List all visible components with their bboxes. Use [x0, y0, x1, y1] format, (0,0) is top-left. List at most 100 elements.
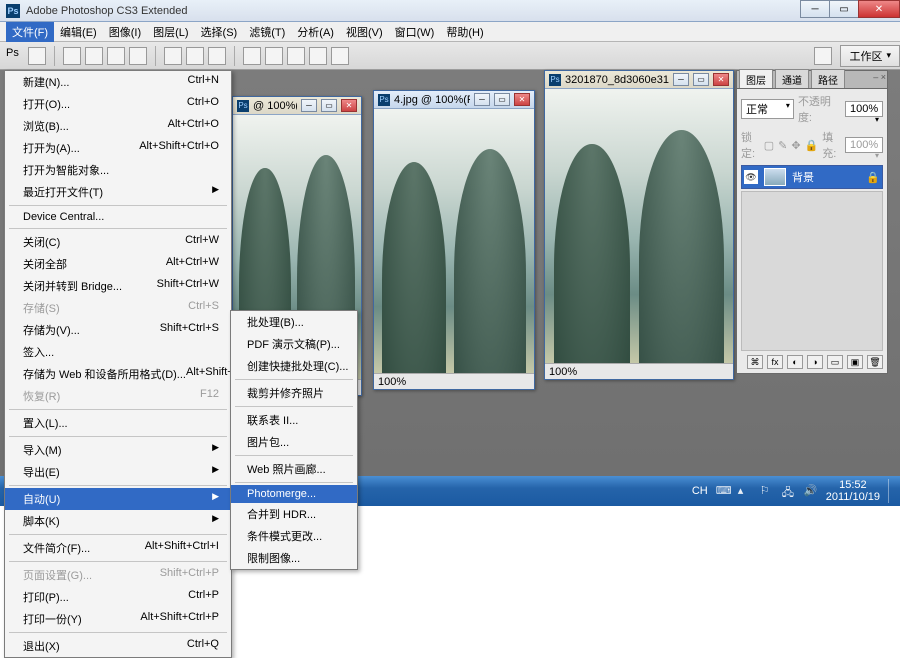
- document-titlebar[interactable]: Ps @ 100%(RGB/... ─ ▭ ✕: [233, 97, 361, 115]
- menu-analysis[interactable]: 分析(A): [291, 22, 340, 42]
- automate-menu-item[interactable]: 裁剪并修齐照片: [231, 382, 357, 404]
- network-icon[interactable]: 🖧: [782, 484, 796, 498]
- file-menu-item[interactable]: 退出(X)Ctrl+Q: [5, 635, 231, 657]
- automate-menu-item[interactable]: 限制图像...: [231, 547, 357, 569]
- menu-help[interactable]: 帮助(H): [440, 22, 489, 42]
- file-menu-item[interactable]: 关闭全部Alt+Ctrl+W: [5, 253, 231, 275]
- option-icon[interactable]: [287, 47, 305, 65]
- file-menu-item[interactable]: 签入...: [5, 341, 231, 363]
- menu-file[interactable]: 文件(F): [6, 22, 54, 42]
- document-canvas[interactable]: [545, 89, 733, 363]
- file-menu-item[interactable]: 浏览(B)...Alt+Ctrl+O: [5, 115, 231, 137]
- file-menu-item[interactable]: 新建(N)...Ctrl+N: [5, 71, 231, 93]
- panel-close-icon[interactable]: – ×: [873, 72, 886, 82]
- window-minimize-button[interactable]: ─: [800, 0, 830, 18]
- workspace-selector[interactable]: 工作区: [840, 45, 900, 67]
- window-maximize-button[interactable]: ▭: [829, 0, 859, 18]
- file-menu-item[interactable]: 打印一份(Y)Alt+Shift+Ctrl+P: [5, 608, 231, 630]
- adjustment-layer-icon[interactable]: ◑: [807, 355, 823, 369]
- doc-maximize-button[interactable]: ▭: [321, 99, 337, 112]
- file-menu-item[interactable]: 打印(P)...Ctrl+P: [5, 586, 231, 608]
- layer-mask-icon[interactable]: ◐: [787, 355, 803, 369]
- menu-filter[interactable]: 滤镜(T): [243, 22, 291, 42]
- doc-maximize-button[interactable]: ▭: [494, 93, 510, 106]
- option-icon[interactable]: [208, 47, 226, 65]
- document-titlebar[interactable]: Ps 3201870_8d3060e310... ─ ▭ ✕: [545, 71, 733, 89]
- layer-fx-icon[interactable]: fx: [767, 355, 783, 369]
- automate-menu-item[interactable]: 图片包...: [231, 431, 357, 453]
- tab-layers[interactable]: 图层: [739, 69, 773, 88]
- file-menu-item[interactable]: 恢复(R)F12: [5, 385, 231, 407]
- file-menu-item[interactable]: 打开为(A)...Alt+Shift+Ctrl+O: [5, 137, 231, 159]
- flag-icon[interactable]: ⚐: [760, 484, 774, 498]
- tool-preset-icon[interactable]: [28, 47, 46, 65]
- go-to-bridge-icon[interactable]: [814, 47, 832, 65]
- blend-mode-select[interactable]: 正常: [741, 99, 794, 119]
- show-desktop-button[interactable]: [888, 479, 894, 503]
- fill-input[interactable]: 100%: [845, 137, 883, 153]
- file-menu-item[interactable]: 文件简介(F)...Alt+Shift+Ctrl+I: [5, 537, 231, 559]
- link-layers-icon[interactable]: ⌘: [747, 355, 763, 369]
- file-menu-item[interactable]: 置入(L)...: [5, 412, 231, 434]
- document-titlebar[interactable]: Ps 4.jpg @ 100%(RGB/8) ─ ▭ ✕: [374, 91, 534, 109]
- automate-menu-item[interactable]: PDF 演示文稿(P)...: [231, 333, 357, 355]
- menu-select[interactable]: 选择(S): [195, 22, 244, 42]
- tab-paths[interactable]: 路径: [811, 69, 845, 88]
- doc-close-button[interactable]: ✕: [713, 73, 729, 86]
- ime-indicator[interactable]: CH: [692, 485, 708, 497]
- option-icon[interactable]: [129, 47, 147, 65]
- keyboard-icon[interactable]: ⌨: [716, 484, 730, 498]
- volume-icon[interactable]: 🔊: [804, 484, 818, 498]
- window-close-button[interactable]: ✕: [858, 0, 900, 18]
- doc-close-button[interactable]: ✕: [341, 99, 357, 112]
- automate-menu-item[interactable]: Web 照片画廊...: [231, 458, 357, 480]
- document-window[interactable]: Ps 3201870_8d3060e310... ─ ▭ ✕ 100%: [544, 70, 734, 380]
- doc-minimize-button[interactable]: ─: [474, 93, 490, 106]
- menu-edit[interactable]: 编辑(E): [54, 22, 103, 42]
- file-menu-item[interactable]: 存储为 Web 和设备所用格式(D)...Alt+Shift+Ctrl+S: [5, 363, 231, 385]
- file-menu-item[interactable]: 脚本(K)▶: [5, 510, 231, 532]
- option-icon[interactable]: [164, 47, 182, 65]
- layer-group-icon[interactable]: ▭: [827, 355, 843, 369]
- lock-transparent-icon[interactable]: ▢: [764, 139, 774, 152]
- automate-menu-item[interactable]: 合并到 HDR...: [231, 503, 357, 525]
- file-menu-item[interactable]: 导入(M)▶: [5, 439, 231, 461]
- file-menu-item[interactable]: 打开(O)...Ctrl+O: [5, 93, 231, 115]
- file-menu-item[interactable]: 关闭(C)Ctrl+W: [5, 231, 231, 253]
- automate-menu-item[interactable]: Photomerge...: [231, 485, 357, 503]
- automate-menu-item[interactable]: 联系表 II...: [231, 409, 357, 431]
- document-canvas[interactable]: [374, 109, 534, 373]
- opacity-input[interactable]: 100%: [845, 101, 883, 117]
- option-icon[interactable]: [243, 47, 261, 65]
- lock-position-icon[interactable]: ✥: [791, 139, 800, 152]
- menu-window[interactable]: 窗口(W): [389, 22, 441, 42]
- file-menu-item[interactable]: 存储(S)Ctrl+S: [5, 297, 231, 319]
- file-menu-item[interactable]: 关闭并转到 Bridge...Shift+Ctrl+W: [5, 275, 231, 297]
- automate-menu-item[interactable]: 创建快捷批处理(C)...: [231, 355, 357, 377]
- tray-up-icon[interactable]: ▴: [738, 484, 752, 498]
- file-menu-item[interactable]: 最近打开文件(T)▶: [5, 181, 231, 203]
- file-menu-item[interactable]: Device Central...: [5, 208, 231, 226]
- layer-row-background[interactable]: 背景 🔒: [741, 165, 883, 189]
- lock-all-icon[interactable]: 🔒: [805, 139, 819, 152]
- doc-minimize-button[interactable]: ─: [673, 73, 689, 86]
- automate-menu-item[interactable]: 批处理(B)...: [231, 311, 357, 333]
- option-icon[interactable]: [309, 47, 327, 65]
- document-window[interactable]: Ps 4.jpg @ 100%(RGB/8) ─ ▭ ✕ 100%: [373, 90, 535, 390]
- file-menu-item[interactable]: 导出(E)▶: [5, 461, 231, 483]
- new-layer-icon[interactable]: ▣: [847, 355, 863, 369]
- file-menu-item[interactable]: 打开为智能对象...: [5, 159, 231, 181]
- option-icon[interactable]: [265, 47, 283, 65]
- doc-minimize-button[interactable]: ─: [301, 99, 317, 112]
- file-menu-item[interactable]: 存储为(V)...Shift+Ctrl+S: [5, 319, 231, 341]
- menu-layer[interactable]: 图层(L): [147, 22, 194, 42]
- delete-layer-icon[interactable]: 🗑: [867, 355, 883, 369]
- layer-visibility-icon[interactable]: [744, 170, 758, 184]
- layer-thumbnail[interactable]: [764, 168, 786, 186]
- option-icon[interactable]: [63, 47, 81, 65]
- option-icon[interactable]: [107, 47, 125, 65]
- option-icon[interactable]: [186, 47, 204, 65]
- doc-close-button[interactable]: ✕: [514, 93, 530, 106]
- file-menu-item[interactable]: 自动(U)▶: [5, 488, 231, 510]
- lock-pixels-icon[interactable]: ✎: [778, 139, 787, 152]
